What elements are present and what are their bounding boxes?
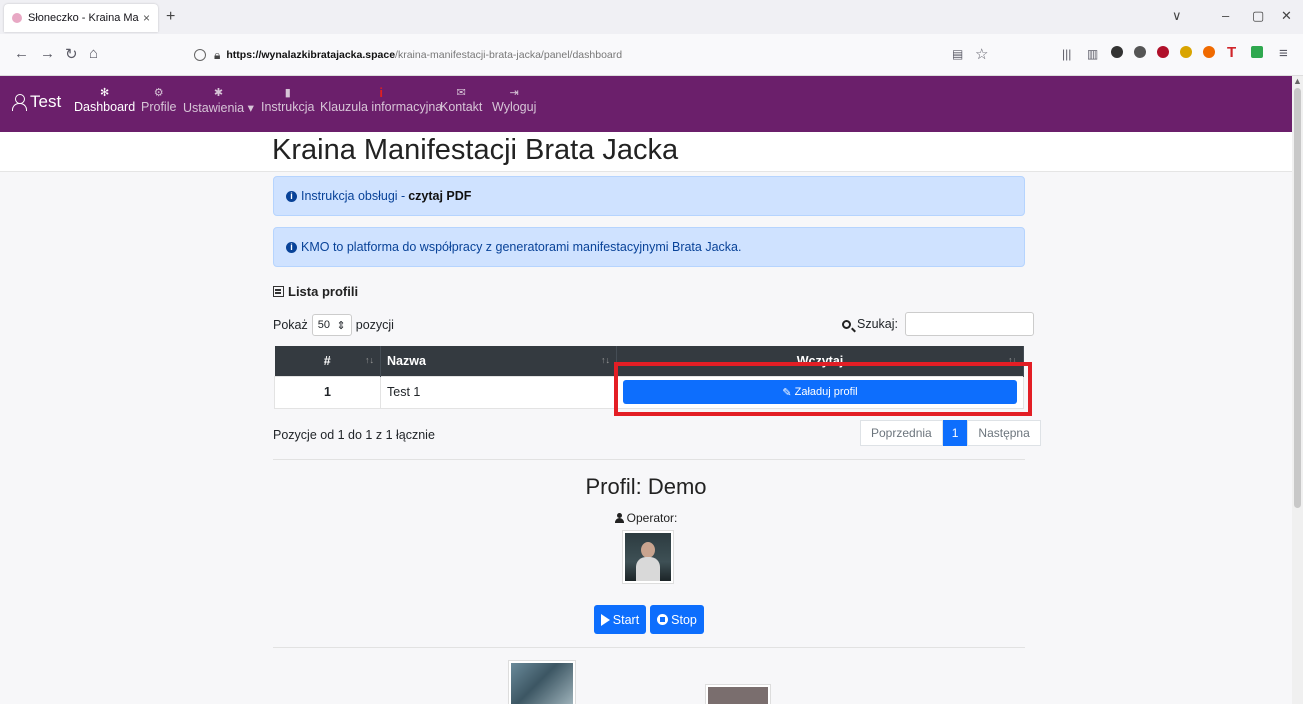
load-profile-button[interactable]: ✎ Załaduj profil [623, 380, 1017, 404]
close-window-icon[interactable]: ✕ [1281, 8, 1292, 24]
forward-icon[interactable]: → [40, 45, 55, 62]
row-number: 1 [274, 375, 381, 409]
list-icon [273, 286, 284, 297]
bookmark-star-icon[interactable]: ☆ [975, 45, 988, 63]
extension-t-icon[interactable]: T [1227, 44, 1236, 61]
reader-icon[interactable]: ▤ [952, 47, 963, 61]
pagination-next[interactable]: Następna [967, 420, 1041, 446]
navbar-brand[interactable]: Test [12, 92, 61, 112]
search-label: Szukaj: [857, 317, 898, 331]
column-header-load[interactable]: Wczytaj ↑↓ [616, 346, 1024, 376]
pagination-page-1[interactable]: 1 [942, 420, 968, 446]
url-text: https://wynalazkibratajacka.space/kraina… [226, 49, 623, 61]
extension-icon[interactable] [1180, 46, 1192, 58]
sort-icon: ↑↓ [1008, 355, 1017, 365]
page-length-select[interactable]: 50 ⇕ [311, 314, 352, 336]
sidebar-icon[interactable]: ▥ [1087, 47, 1098, 61]
info-icon: i [379, 85, 383, 100]
pdf-link[interactable]: czytaj PDF [408, 189, 471, 203]
brand-label: Test [30, 92, 62, 111]
profile-title: Profil: Demo [585, 474, 707, 499]
select-arrows-icon: ⇕ [336, 319, 346, 332]
nav-instrukcja[interactable]: ▮ Instrukcja [261, 86, 315, 114]
sort-icon: ↑↓ [601, 355, 610, 365]
page-title: Kraina Manifestacji Brata Jacka [272, 134, 679, 166]
tab-title: Słoneczko - Kraina Manifestacji [28, 12, 139, 24]
scroll-up-icon[interactable]: ▲ [1293, 76, 1302, 86]
magic-wand-icon: ✎ [782, 386, 792, 399]
lock-icon[interactable]: 🔒︎ [214, 48, 220, 63]
home-icon[interactable]: ⌂ [89, 45, 98, 62]
app-navbar: Test ✻ Dashboard ⚙ Profile ✱ Ustawienia … [0, 76, 1292, 132]
new-tab-button[interactable]: + [166, 8, 175, 26]
search-input[interactable] [905, 312, 1034, 336]
page-header: Kraina Manifestacji Brata Jacka [0, 132, 1292, 172]
pagination: Poprzednia 1 Następna [860, 420, 1041, 446]
section-title: Lista profili [273, 284, 358, 299]
gear-icon: ✱ [213, 87, 224, 99]
cogs-icon: ⚙ [153, 87, 164, 99]
profiles-table: # ↑↓ Nazwa ↑↓ Wczytaj ↑↓ 1 Test 1 ✎ Załaduj… [274, 346, 1024, 409]
browser-tab-bar: Słoneczko - Kraina Manifestacji × + ∨ – … [0, 0, 1303, 34]
sort-asc-icon: ↑↓ [365, 355, 374, 365]
favicon-icon [12, 13, 22, 23]
info-circle-icon: i [286, 241, 297, 253]
search-icon [842, 319, 851, 329]
minimize-icon[interactable]: – [1222, 8, 1229, 23]
instruction-alert: i Instrukcja obsługi - czytaj PDF [273, 176, 1025, 216]
reload-icon[interactable]: ↻ [65, 45, 78, 63]
browser-tab[interactable]: Słoneczko - Kraina Manifestacji × [4, 4, 158, 32]
divider [273, 647, 1025, 648]
nav-profile[interactable]: ⚙ Profile [141, 86, 176, 114]
chevron-down-icon[interactable]: ∨ [1172, 8, 1182, 24]
user-icon [12, 94, 27, 111]
extension-icon[interactable] [1251, 46, 1263, 58]
pagination-previous[interactable]: Poprzednia [860, 420, 943, 446]
kmo-alert: i KMO to platforma do współpracy z gener… [273, 227, 1025, 267]
extension-icon[interactable] [1134, 46, 1146, 58]
library-icon[interactable]: ||| [1062, 47, 1071, 61]
stop-circle-icon [657, 614, 669, 625]
column-header-number[interactable]: # ↑↓ [274, 346, 381, 376]
alert-text: KMO to platforma do współpracy z generat… [301, 240, 742, 254]
table-info: Pozycje od 1 do 1 z 1 łącznie [273, 428, 435, 442]
nav-ustawienia[interactable]: ✱ Ustawienia ▾ [183, 86, 254, 115]
close-tab-icon[interactable]: × [143, 11, 150, 25]
nav-klauzula[interactable]: i Klauzula informacyjna [320, 85, 442, 115]
play-icon [600, 613, 610, 626]
user-icon [614, 513, 624, 523]
menu-icon[interactable]: ≡ [1279, 45, 1288, 62]
table-search: Szukaj: [842, 312, 1034, 336]
start-button[interactable]: Start [594, 605, 646, 634]
restore-icon[interactable]: ▢ [1252, 8, 1264, 24]
generator-image[interactable] [705, 684, 771, 704]
row-name: Test 1 [380, 375, 617, 409]
extension-n-icon[interactable] [1111, 46, 1123, 58]
operator-photo [622, 530, 674, 584]
table-row: 1 Test 1 ✎ Załaduj profil [274, 375, 1024, 409]
generator-image[interactable] [508, 660, 576, 704]
tracking-shield-icon[interactable] [194, 49, 206, 61]
show-entries: Pokaż 50 ⇕ pozycji [273, 314, 394, 336]
nav-kontakt[interactable]: ✉ Kontakt [440, 86, 482, 114]
nav-dashboard[interactable]: ✻ Dashboard [74, 86, 135, 114]
sign-out-icon: ⇥ [509, 87, 519, 99]
file-icon: ▮ [284, 87, 291, 99]
divider [273, 459, 1025, 460]
url-bar[interactable]: 🔒︎ https://wynalazkibratajacka.space/kra… [186, 40, 976, 70]
back-icon[interactable]: ← [14, 45, 29, 62]
browser-toolbar: ← → ↻ ⌂ 🔒︎ https://wynalazkibratajacka.s… [0, 34, 1303, 76]
column-header-name[interactable]: Nazwa ↑↓ [380, 346, 617, 376]
dashboard-icon: ✻ [99, 87, 110, 99]
scrollbar-thumb[interactable] [1294, 88, 1301, 508]
alert-text: Instrukcja obsługi - [301, 189, 406, 203]
page-scrollbar[interactable]: ▲ [1292, 76, 1303, 704]
nav-wyloguj[interactable]: ⇥ Wyloguj [492, 86, 536, 114]
extension-icon[interactable] [1203, 46, 1215, 58]
info-circle-icon: i [286, 190, 297, 202]
envelope-icon: ✉ [456, 87, 466, 99]
stop-button[interactable]: Stop [650, 605, 704, 634]
ublock-icon[interactable] [1157, 46, 1169, 58]
operator-label: Operator: [0, 511, 1292, 525]
